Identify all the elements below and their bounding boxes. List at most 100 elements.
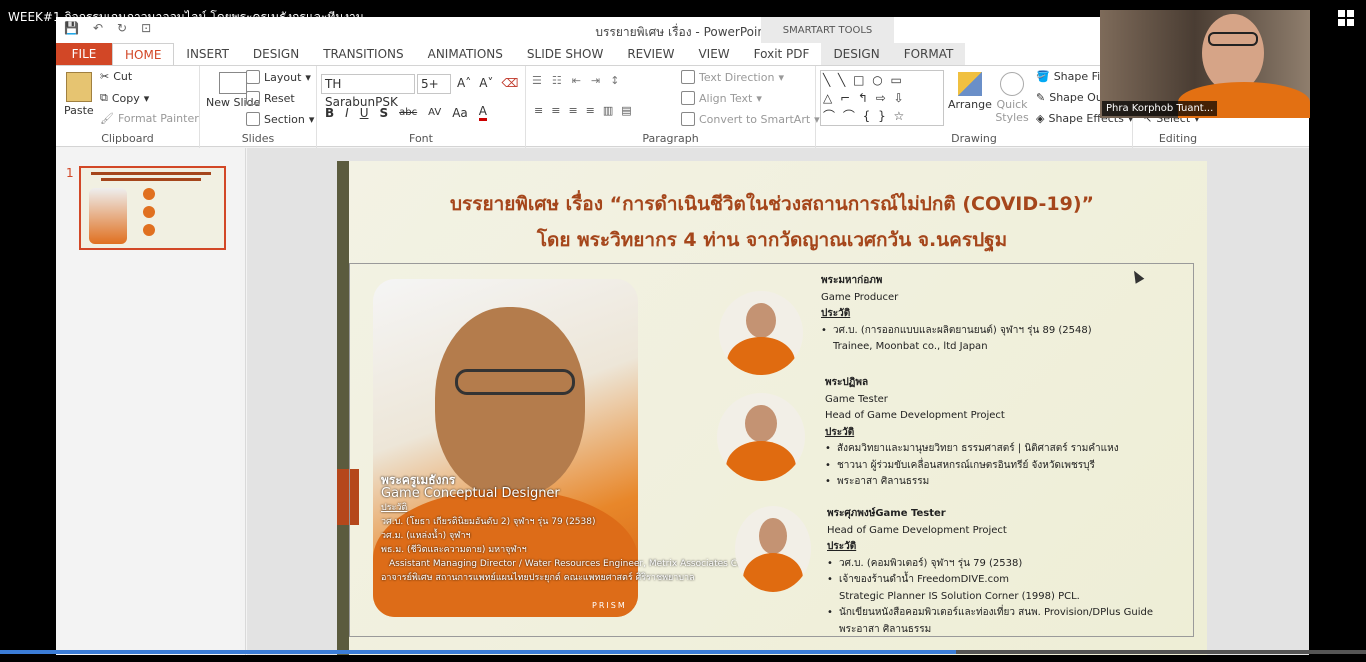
main-speaker-section: ประวัติ (381, 503, 408, 513)
tab-home[interactable]: HOME (112, 43, 175, 65)
format-painter-label: Format Painter (117, 112, 199, 125)
tab-file[interactable]: FILE (56, 43, 112, 65)
tab-slide-show[interactable]: SLIDE SHOW (515, 43, 615, 65)
paste-button[interactable]: Paste (64, 72, 94, 117)
slide-title-line1[interactable]: บรรยายพิเศษ เรื่อง “การดำเนินชีวิตในช่วง… (337, 189, 1207, 219)
align-center-icon[interactable]: ≡ (551, 104, 560, 117)
grow-font-icon[interactable]: A˄ (457, 76, 471, 90)
copy-button[interactable]: ⧉ Copy ▾ (100, 91, 149, 105)
reset-button[interactable]: Reset (246, 91, 295, 105)
layout-button[interactable]: Layout ▾ (246, 70, 311, 84)
justify-icon[interactable]: ≡ (586, 104, 595, 117)
slide-editing-area: บรรยายพิเศษ เรื่อง “การดำเนินชีวิตในช่วง… (247, 148, 1309, 655)
tab-foxit-pdf[interactable]: Foxit PDF (742, 43, 822, 65)
effects-icon: ◈ (1036, 112, 1045, 125)
shape-fill-button[interactable]: 🪣 Shape Fill (1036, 70, 1106, 83)
main-speaker-item: Assistant Managing Director / Water Reso… (389, 559, 766, 569)
grid-view-icon[interactable] (1338, 10, 1354, 26)
participant-video-tile[interactable]: Phra Korphob Tuant... (1100, 10, 1310, 118)
tab-transitions[interactable]: TRANSITIONS (311, 43, 415, 65)
italic-icon[interactable]: I (345, 106, 349, 120)
main-speaker-text[interactable]: พระครูเมธังกร Game Conceptual Designer ป… (381, 473, 781, 585)
thumbnail-title (101, 178, 201, 181)
main-speaker-item: พธ.ม. (ชีวิตและความตาย) มหาจุฬาฯ (381, 545, 527, 555)
align-text-button[interactable]: Align Text ▾ (681, 91, 762, 105)
font-group-label: Font (409, 132, 433, 145)
speaker2-photo[interactable] (717, 393, 805, 481)
tab-animations[interactable]: ANIMATIONS (416, 43, 515, 65)
numbering-icon[interactable]: ☷ (552, 74, 562, 87)
prism-watermark: PRISM (592, 601, 627, 610)
copy-icon: ⧉ (100, 91, 108, 104)
strikethrough-icon[interactable]: abc (399, 107, 417, 118)
tab-insert[interactable]: INSERT (174, 43, 241, 65)
shadow-icon[interactable]: S (380, 106, 389, 120)
video-progress-bar[interactable] (0, 650, 1366, 654)
shapes-gallery[interactable]: ╲ ╲ □ ○ ▭ △ ⌐ ↰ ⇨ ⇩ ⌒ ⌒ { } ☆ (820, 70, 944, 126)
pencil-icon: ✎ (1036, 91, 1046, 104)
align-text-icon (681, 91, 695, 105)
cut-button[interactable]: ✂ Cut (100, 70, 132, 83)
editing-group-label: Editing (1158, 132, 1198, 145)
shrink-font-icon[interactable]: A˅ (479, 76, 493, 90)
slides-group-label: Slides (241, 132, 275, 145)
thumbnail-title (91, 172, 211, 175)
align-right-icon[interactable]: ≡ (568, 104, 577, 117)
drawing-group: ╲ ╲ □ ○ ▭ △ ⌐ ↰ ⇨ ⇩ ⌒ ⌒ { } ☆ Arrange Quic… (816, 66, 1133, 148)
section-label: Section (264, 112, 305, 126)
tab-design[interactable]: DESIGN (241, 43, 311, 65)
arrange-button[interactable]: Arrange (948, 72, 992, 111)
speaker3-item: นักเขียนหนังสือคอมพิวเตอร์และท่องเที่ยว … (827, 605, 1153, 622)
bold-icon[interactable]: B (325, 106, 334, 120)
quick-styles-icon (1000, 72, 1024, 96)
tab-view[interactable]: VIEW (686, 43, 741, 65)
format-painter-button[interactable]: 🖌 Format Painter (100, 112, 199, 125)
slide[interactable]: บรรยายพิเศษ เรื่อง “การดำเนินชีวิตในช่วง… (337, 161, 1207, 655)
speaker2-item: ชาวนา ผู้ร่วมขับเคลื่อนสหกรณ์เกษตรอินทรี… (825, 458, 1119, 475)
speaker1-info[interactable]: พระมหาก่อภพ Game Producer ประวัติ วศ.บ. … (821, 273, 1092, 356)
tab-smartart-format[interactable]: FORMAT (891, 43, 966, 65)
slide-thumbnail-1[interactable] (79, 166, 226, 250)
slide-title-line2[interactable]: โดย พระวิทยากร 4 ท่าน จากวัดญาณเวศกวัน จ… (337, 225, 1207, 255)
thumbnail-avatar (143, 188, 155, 200)
speaker1-photo[interactable] (719, 291, 803, 375)
character-spacing-icon[interactable]: AV (428, 107, 441, 118)
clear-formatting-icon[interactable]: ⌫ (501, 76, 518, 90)
distributed-icon[interactable]: ▥ (603, 104, 613, 117)
increase-indent-icon[interactable]: ⇥ (591, 74, 600, 87)
main-speaker-item: วศ.ม. (แหล่งน้ำ) จุฬาฯ (381, 531, 471, 541)
line-spacing-icon[interactable]: ↕ (610, 74, 619, 87)
speaker2-info[interactable]: พระปฏิพล Game Tester Head of Game Develo… (825, 375, 1119, 491)
section-button[interactable]: Section ▾ (246, 112, 314, 126)
thumbnail-avatar (143, 224, 155, 236)
tab-review[interactable]: REVIEW (615, 43, 686, 65)
align-left-icon[interactable]: ≡ (534, 104, 543, 117)
font-size-combo[interactable]: 5+ (417, 74, 451, 94)
reset-label: Reset (264, 91, 295, 105)
columns-icon[interactable]: ▤ (621, 104, 631, 117)
shape-outline-label: Shape Out (1049, 91, 1108, 104)
scissors-icon: ✂ (100, 70, 110, 83)
thumbnail-photo (89, 188, 127, 244)
font-size-value: 5+ (421, 77, 439, 91)
arrange-label: Arrange (948, 98, 992, 111)
text-direction-button[interactable]: Text Direction ▾ (681, 70, 784, 84)
underline-icon[interactable]: U (360, 106, 369, 120)
bullets-icon[interactable]: ☰ (532, 74, 542, 87)
speaker3-photo[interactable] (735, 506, 811, 592)
decrease-indent-icon[interactable]: ⇤ (572, 74, 581, 87)
font-name-combo[interactable]: TH SarabunPSK (321, 74, 415, 109)
tab-smartart-design[interactable]: DESIGN (821, 43, 892, 65)
font-color-icon[interactable]: A (478, 104, 487, 121)
quick-styles-button[interactable]: Quick Styles (994, 72, 1030, 124)
change-case-icon[interactable]: Aa (452, 106, 468, 120)
shape-outline-button[interactable]: ✎ Shape Out (1036, 91, 1107, 104)
convert-smartart-button[interactable]: Convert to SmartArt ▾ (681, 112, 820, 126)
speaker3-info[interactable]: พระศุภพงษ์Game Tester Head of Game Devel… (827, 506, 1153, 638)
speaker2-role2: Head of Game Development Project (825, 410, 1005, 421)
speaker1-item: วศ.บ. (การออกแบบและผลิตยานยนต์) จุฬาฯ รุ… (821, 323, 1092, 340)
text-direction-label: Text Direction (699, 70, 775, 84)
speaker3-item: เจ้าของร้านดำน้ำ FreedomDIVE.com (827, 572, 1153, 589)
speaker3-item: วศ.บ. (คอมพิวเตอร์) จุฬาฯ รุ่น 79 (2538) (827, 556, 1153, 573)
speaker-face (435, 307, 585, 497)
